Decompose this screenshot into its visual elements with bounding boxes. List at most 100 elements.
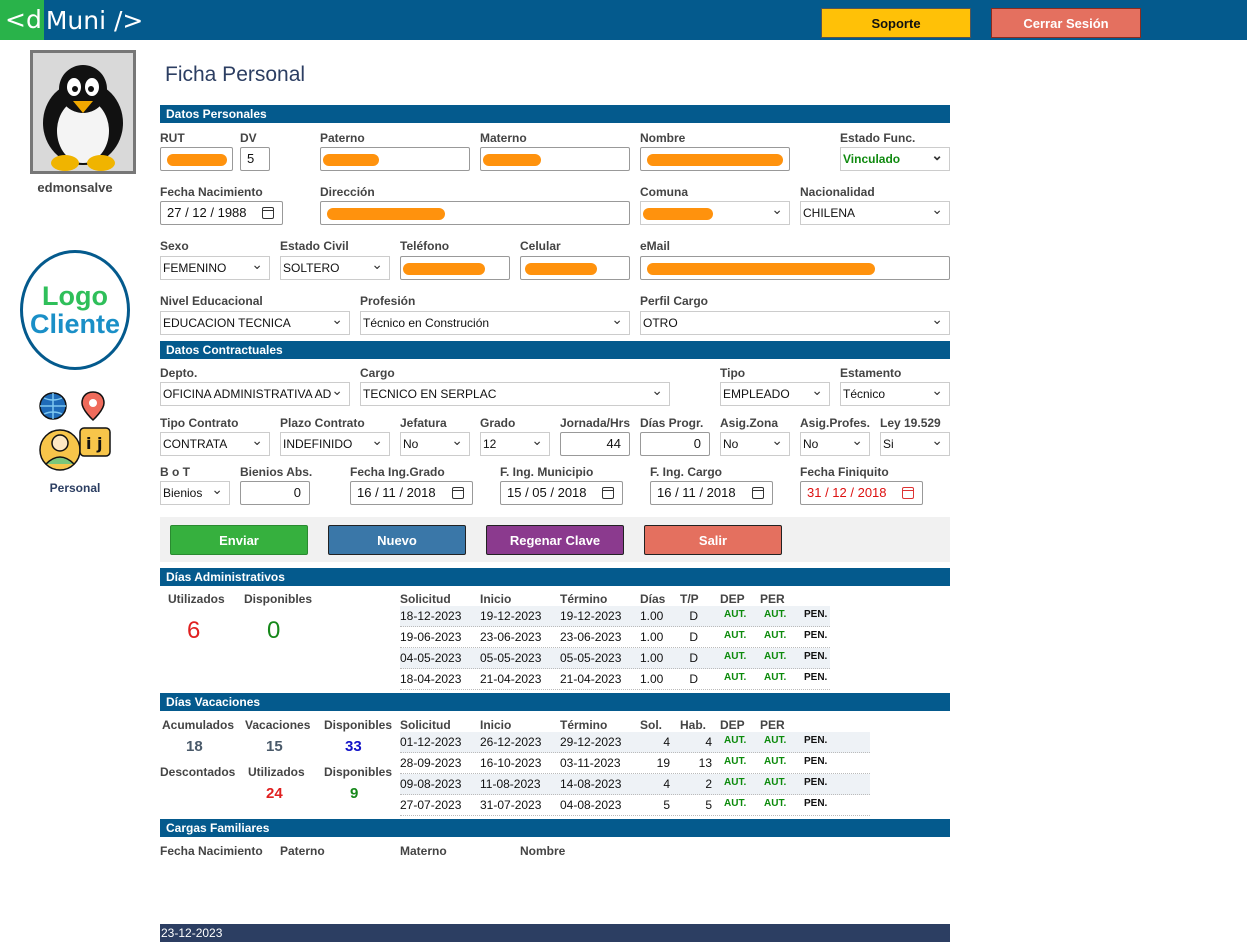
table-row[interactable]: 28-09-2023 16-10-2023 03-11-2023 19 13 AUT. AU… [400,753,870,774]
telefono-field[interactable] [400,256,510,280]
f-cargo-value: 16 / 11 / 2018 [657,485,736,500]
paterno-field[interactable] [320,147,470,171]
ley-select[interactable]: Si [880,432,950,456]
table-cell: D [689,672,698,686]
table-row[interactable]: 18-04-2023 21-04-2023 21-04-2023 1.00 D AUT. A… [400,669,830,690]
cargo-label: Cargo [360,366,395,380]
personal-icon[interactable]: i j [36,388,116,478]
dias-progr-field[interactable]: 0 [640,432,710,456]
calendar-icon[interactable] [902,487,914,499]
nacionalidad-select[interactable]: CHILENA [800,201,950,225]
tipo-contrato-select[interactable]: CONTRATA [160,432,270,456]
nombre-field[interactable] [640,147,790,171]
bot-select[interactable]: Bienios [160,481,230,505]
table-cell: 1.00 [640,672,664,686]
fnac-field[interactable]: 27 / 12 / 1988 [160,201,283,225]
status-badge: PEN. [804,798,828,809]
table-row[interactable]: 01-12-2023 26-12-2023 29-12-2023 4 4 AUT. AUT.… [400,732,870,753]
ley-label: Ley 19.529 [880,416,941,430]
jornada-field[interactable]: 44 [560,432,630,456]
table-header: Término [560,592,608,606]
regen-password-button[interactable]: Regenar Clave [486,525,624,555]
perfil-select[interactable]: OTRO [640,311,950,335]
avatar[interactable] [30,50,136,174]
status-badge: PEN. [804,735,828,746]
f-fin-field[interactable]: 31 / 12 / 2018 [800,481,923,505]
send-button[interactable]: Enviar [170,525,308,555]
table-row[interactable]: 04-05-2023 05-05-2023 05-05-2023 1.00 D AUT. A… [400,648,830,669]
nivel-select[interactable]: EDUCACION TECNICA [160,311,350,335]
jefatura-select[interactable]: No [400,432,470,456]
depto-label: Depto. [160,366,198,380]
tipo-label: Tipo [720,366,746,380]
profesion-select[interactable]: Técnico en Construción [360,311,630,335]
app-logo[interactable]: <d Muni /> [0,0,143,40]
estado-label: Estado Func. [840,131,916,145]
table-header: PER [760,592,785,606]
calendar-icon[interactable] [752,487,764,499]
bienios-field[interactable]: 0 [240,481,310,505]
celular-field[interactable] [520,256,630,280]
new-button[interactable]: Nuevo [328,525,466,555]
civil-select[interactable]: SOLTERO [280,256,390,280]
table-cell: 29-12-2023 [560,735,622,749]
f-cargo-label: F. Ing. Cargo [650,465,722,479]
email-field[interactable] [640,256,950,280]
telefono-label: Teléfono [400,239,450,253]
calendar-icon[interactable] [262,207,274,219]
status-badge: AUT. [724,798,747,809]
logout-button[interactable]: Cerrar Sesión [991,8,1141,38]
f-muni-field[interactable]: 15 / 05 / 2018 [500,481,623,505]
f-grado-value: 16 / 11 / 2018 [357,485,436,500]
redacted-mark [323,154,379,166]
table-row[interactable]: 18-12-2023 19-12-2023 19-12-2023 1.00 D AUT. A… [400,606,830,627]
table-cell: 23-06-2023 [560,630,622,644]
admin-used-label: Utilizados [168,592,225,606]
table-cell: 5 [663,798,670,812]
desc-label: Descontados [160,765,236,779]
f-grado-field[interactable]: 16 / 11 / 2018 [350,481,473,505]
family-col-nombre: Nombre [520,844,566,858]
exit-button[interactable]: Salir [644,525,782,555]
section-admin-days: Días Administrativos [160,568,950,586]
direccion-field[interactable] [320,201,630,225]
asig-zona-select[interactable]: No [720,432,790,456]
table-row[interactable]: 19-06-2023 23-06-2023 23-06-2023 1.00 D AUT. A… [400,627,830,648]
table-cell: 14-08-2023 [560,777,622,791]
materno-field[interactable] [480,147,630,171]
tipo-contrato-label: Tipo Contrato [160,416,239,430]
dias-progr-label: Días Progr. [640,416,704,430]
plazo-label: Plazo Contrato [280,416,365,430]
table-row[interactable]: 27-07-2023 31-07-2023 04-08-2023 5 5 AUT. AUT.… [400,795,870,816]
calendar-icon[interactable] [602,487,614,499]
dv-field[interactable]: 5 [240,147,270,171]
estado-select[interactable]: Vinculado [840,147,950,171]
plazo-select[interactable]: INDEFINIDO [280,432,390,456]
sexo-select[interactable]: FEMENINO [160,256,270,280]
grado-select[interactable]: 12 [480,432,550,456]
dv-label: DV [240,131,257,145]
status-badge: AUT. [764,609,787,620]
table-cell: D [689,630,698,644]
calendar-icon[interactable] [452,487,464,499]
depto-select[interactable]: OFICINA ADMINISTRATIVA AD [160,382,350,406]
acum-value: 18 [186,738,203,755]
disp1-label: Disponibles [324,718,393,732]
table-cell: 4 [705,735,712,749]
rut-field[interactable] [160,147,233,171]
section-personal: Datos Personales [160,105,950,123]
civil-label: Estado Civil [280,239,349,253]
table-row[interactable]: 09-08-2023 11-08-2023 14-08-2023 4 2 AUT. AUT.… [400,774,870,795]
estamento-select[interactable]: Técnico [840,382,950,406]
jefatura-label: Jefatura [400,416,447,430]
disp1-value: 33 [345,738,362,755]
asig-prof-select[interactable]: No [800,432,870,456]
status-badge: PEN. [804,672,828,683]
tipo-select[interactable]: EMPLEADO [720,382,830,406]
fnac-value: 27 / 12 / 1988 [167,205,247,220]
comuna-select[interactable] [640,201,790,225]
f-cargo-field[interactable]: 16 / 11 / 2018 [650,481,773,505]
support-button[interactable]: Soporte [821,8,971,38]
table-cell: D [689,609,698,623]
cargo-select[interactable]: TECNICO EN SERPLAC [360,382,670,406]
